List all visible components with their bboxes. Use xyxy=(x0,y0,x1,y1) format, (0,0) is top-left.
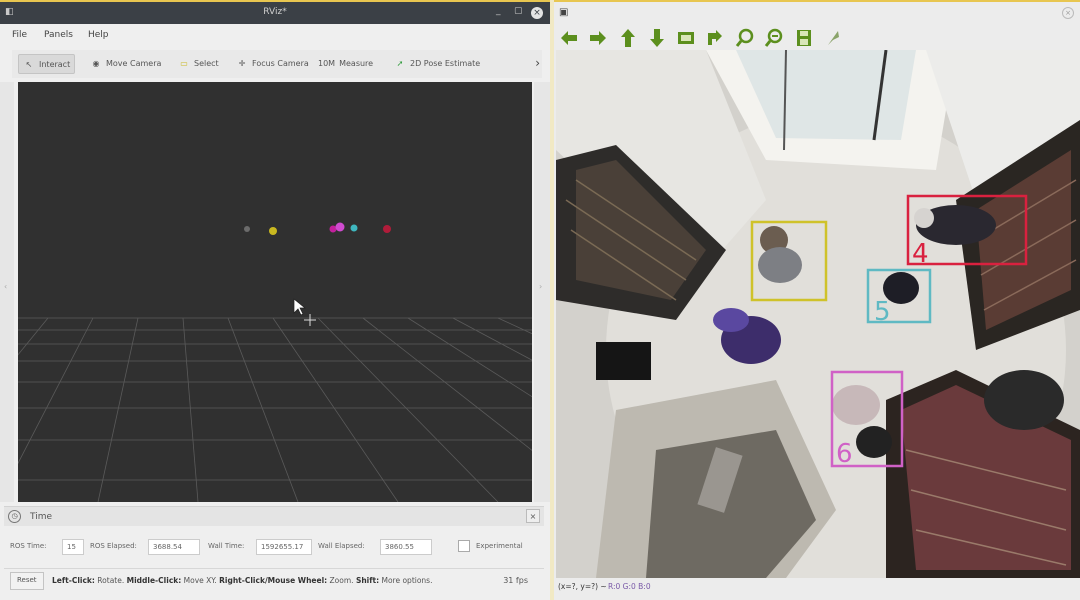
tool-interact[interactable]: ↖ Interact xyxy=(18,54,76,74)
menu-file[interactable]: File xyxy=(12,30,27,40)
ros-elapsed-label: ROS Elapsed: xyxy=(90,542,137,550)
wall-elapsed-label: Wall Elapsed: xyxy=(318,542,365,550)
viewport-scene xyxy=(18,222,532,502)
mouse-hint-text: Left-Click: Rotate. Middle-Click: Move X… xyxy=(52,576,432,585)
pan-icon[interactable] xyxy=(704,28,726,48)
arrow-green-icon: ➚ xyxy=(396,59,404,68)
pixel-coords-readout: (x=?, y=?) ~ xyxy=(558,582,607,591)
tracked-object-marker xyxy=(335,222,345,232)
tool-2d-pose-estimate[interactable]: ➚ 2D Pose Estimate xyxy=(390,54,484,74)
ros-time-label: ROS Time: xyxy=(10,542,47,550)
close-button[interactable]: × xyxy=(531,7,543,19)
ros-elapsed-field: 3688.54 xyxy=(148,539,200,555)
menu-panels[interactable]: Panels xyxy=(44,30,73,40)
hint-key: Middle-Click: xyxy=(126,576,182,585)
tool-select[interactable]: ▭ Select xyxy=(174,54,223,74)
arrow-up-icon[interactable] xyxy=(617,28,639,48)
maximize-button[interactable]: ▢ xyxy=(514,6,523,16)
image-viewer-window: ▣ × 5 4 6 (x=?, y=?) ~ R:0 G:0 B:0 xyxy=(554,0,1080,600)
splitter-handle-icon: ‹ xyxy=(4,282,8,291)
fps-readout: 31 fps xyxy=(503,576,528,585)
hint-key: Right-Click/Mouse Wheel: xyxy=(219,576,328,585)
tool-focus-camera[interactable]: ✛ Focus Camera xyxy=(232,54,313,74)
hint-desc: Rotate. xyxy=(94,576,127,585)
tool-measure[interactable]: 10M Measure xyxy=(314,54,377,74)
tool-label: Interact xyxy=(39,60,71,69)
arrow-right-icon[interactable] xyxy=(587,28,609,48)
right-dock-splitter[interactable]: › xyxy=(534,82,550,502)
pixel-rgb-readout: R:0 G:0 B:0 xyxy=(608,582,651,591)
zoom-in-icon[interactable] xyxy=(734,28,756,48)
time-panel-title: Time xyxy=(30,512,53,522)
viewer-close-button[interactable]: × xyxy=(1062,7,1074,19)
experimental-checkbox[interactable] xyxy=(458,540,470,552)
tool-label: Measure xyxy=(339,59,374,68)
window-title: RViz* xyxy=(263,7,287,17)
tool-move-camera[interactable]: ◉ Move Camera xyxy=(86,54,165,74)
viewer-titlebar[interactable]: ▣ × xyxy=(554,2,1080,24)
detection-id-label: 6 xyxy=(836,439,853,469)
3d-render-viewport[interactable] xyxy=(18,82,532,502)
select-box-icon: ▭ xyxy=(180,59,188,68)
camera-image-view[interactable]: 54 6 xyxy=(556,50,1080,578)
save-image-icon[interactable] xyxy=(675,28,697,48)
tool-label: Focus Camera xyxy=(252,59,309,68)
rviz-window: ◧ RViz* _ ▢ × File Panels Help ↖ Interact… xyxy=(0,0,550,600)
rviz-titlebar[interactable]: ◧ RViz* _ ▢ × xyxy=(0,2,550,24)
eye-icon: ◉ xyxy=(92,59,100,68)
wall-time-field: 1592655.17 xyxy=(256,539,312,555)
menu-help[interactable]: Help xyxy=(88,30,109,40)
detection-id-label: 5 xyxy=(874,297,891,327)
detection-id-label: 4 xyxy=(912,239,929,269)
minimize-button[interactable]: _ xyxy=(496,6,501,16)
pointer-icon: ↖ xyxy=(25,60,33,69)
ros-time-field: 15 xyxy=(62,539,84,555)
mouse-cursor-icon xyxy=(293,298,316,326)
tracked-object-marker xyxy=(269,227,277,235)
hint-desc: More options. xyxy=(379,576,433,585)
ruler-icon: 10M xyxy=(318,59,336,68)
fisheye-camera-frame: 54 6 xyxy=(556,50,1080,578)
left-dock-splitter[interactable]: ‹ xyxy=(0,82,14,502)
pointer-icon[interactable] xyxy=(822,28,844,48)
viewer-status-bar: (x=?, y=?) ~ R:0 G:0 B:0 xyxy=(556,580,1080,594)
reset-button[interactable]: Reset xyxy=(10,572,44,590)
save-icon[interactable] xyxy=(793,28,815,48)
tool-label: 2D Pose Estimate xyxy=(410,59,481,68)
time-panel-close-button[interactable]: × xyxy=(526,509,540,523)
tracked-object-marker xyxy=(244,226,250,232)
tool-label: Select xyxy=(194,59,219,68)
wall-time-label: Wall Time: xyxy=(208,542,245,550)
clock-icon: ◷ xyxy=(8,510,21,523)
experimental-label: Experimental xyxy=(476,542,523,550)
viewer-app-icon: ▣ xyxy=(559,7,569,18)
ground-grid xyxy=(18,317,532,502)
time-panel-header: ◷ Time × xyxy=(4,506,544,526)
arrow-down-icon[interactable] xyxy=(646,28,668,48)
desktop: ◧ RViz* _ ▢ × File Panels Help ↖ Interact… xyxy=(0,0,1080,600)
splitter-handle-icon: › xyxy=(539,282,543,291)
tracked-object-markers xyxy=(244,222,391,235)
hint-desc: Move XY. xyxy=(181,576,220,585)
toolbar-more-chevron-icon[interactable]: › xyxy=(535,56,540,70)
wall-elapsed-field: 3860.55 xyxy=(380,539,432,555)
zoom-out-icon[interactable] xyxy=(763,28,785,48)
hint-key: Left-Click: xyxy=(52,576,95,585)
tool-label: Move Camera xyxy=(106,59,162,68)
tracked-object-marker xyxy=(383,225,391,233)
crosshair-icon: ✛ xyxy=(238,59,246,68)
tracked-object-marker xyxy=(329,225,337,233)
viewer-toolbar xyxy=(554,26,1080,50)
hint-desc: Zoom. xyxy=(327,576,356,585)
arrow-left-icon[interactable] xyxy=(558,28,580,48)
tracked-object-marker xyxy=(350,224,358,232)
status-bar: Reset Left-Click: Rotate. Middle-Click: … xyxy=(4,568,544,592)
hint-key: Shift: xyxy=(355,576,380,585)
menu-bar: File Panels Help xyxy=(0,24,550,46)
tool-bar: ↖ Interact ◉ Move Camera ▭ Select ✛ Focus Ca… xyxy=(12,50,542,78)
time-panel-fields: ROS Time: 15 ROS Elapsed: 3688.54 Wall T… xyxy=(10,536,546,558)
